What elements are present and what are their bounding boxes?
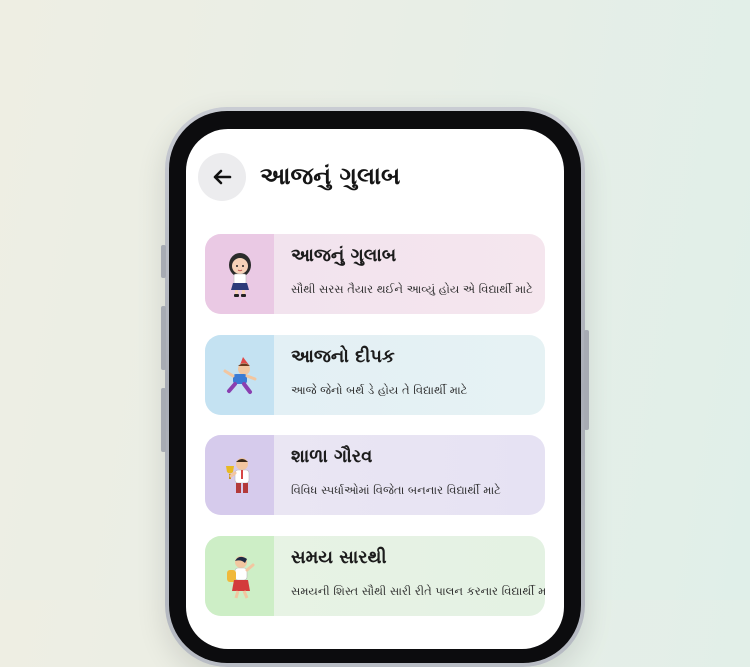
- card-thumbnail: [205, 435, 274, 515]
- card-title: આજનો દીપક: [291, 346, 395, 367]
- card-thumbnail: [205, 335, 274, 415]
- card-title: સમય સારથી: [291, 547, 387, 568]
- card-subtitle: સમયની શિસ્ત સૌથી સારી રીતે પાલન કરનાર વિ…: [291, 584, 545, 598]
- card-subtitle: આજે જેનો બર્થ ડે હોય તે વિદ્યાર્થી માટે: [291, 383, 468, 397]
- page-title: આજનું ગુલાબ: [260, 162, 401, 190]
- card-thumbnail: [205, 536, 274, 616]
- running-girl-icon: [226, 556, 254, 599]
- birthday-boy-icon: [223, 357, 256, 394]
- card-subtitle: સૌથી સરસ તૈયાર થઈને આવ્યું હોય એ વિદ્યાર…: [291, 282, 533, 296]
- trophy-boy-icon: [225, 458, 249, 493]
- schoolgirl-icon: [228, 253, 251, 297]
- award-card-aajno-deepak[interactable]: આજનો દીપક આજે જેનો બર્થ ડે હોય તે વિદ્યા…: [205, 335, 545, 415]
- phone-side-button: [161, 245, 166, 278]
- phone-side-button: [161, 306, 166, 370]
- app-header: આજનું ગુલાબ: [198, 153, 558, 203]
- card-subtitle: વિવિધ સ્પર્ધાઓમાં વિજેતા બનનાર વિદ્યાર્થ…: [291, 483, 501, 497]
- award-card-shala-gaurav[interactable]: શાળા ગૌરવ વિવિધ સ્પર્ધાઓમાં વિજેતા બનનાર…: [205, 435, 545, 515]
- back-button[interactable]: [198, 153, 246, 201]
- award-card-samay-saarthi[interactable]: સમય સારથી સમયની શિસ્ત સૌથી સારી રીતે પાલ…: [205, 536, 545, 616]
- card-thumbnail: [205, 234, 274, 314]
- card-title: શાળા ગૌરવ: [291, 446, 373, 467]
- app-screen: આજનું ગુલાબ આજનું ગુલાબ સૌથી સરસ તૈયાર થ…: [186, 129, 564, 649]
- card-title: આજનું ગુલાબ: [291, 245, 397, 266]
- award-card-aajnu-gulab[interactable]: આજનું ગુલાબ સૌથી સરસ તૈયાર થઈને આવ્યું હ…: [205, 234, 545, 314]
- phone-side-button: [161, 388, 166, 452]
- phone-side-button: [584, 330, 589, 430]
- arrow-left-icon: [213, 169, 232, 185]
